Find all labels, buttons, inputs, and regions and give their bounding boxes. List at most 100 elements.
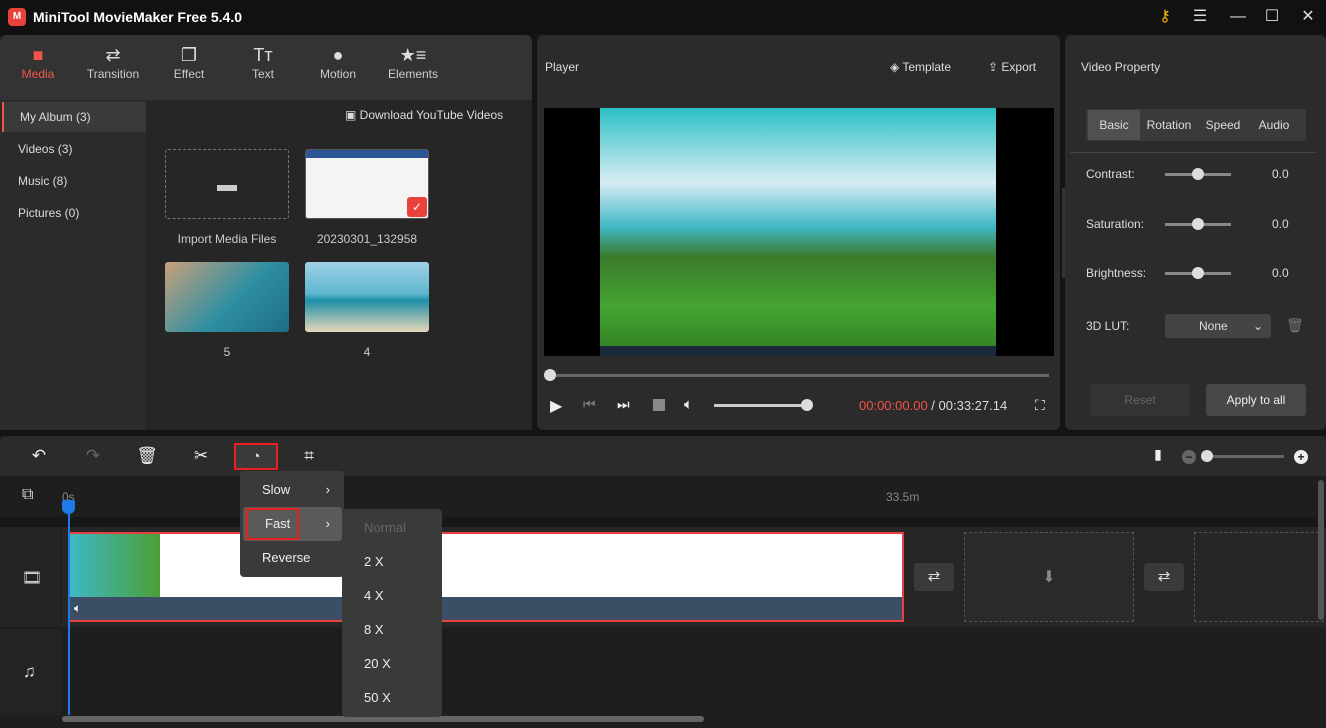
submenu-50x[interactable]: 50 X <box>342 681 442 715</box>
frame-taskbar <box>600 346 996 356</box>
zoom-in-icon[interactable]: + <box>1294 450 1308 464</box>
nav-effect[interactable]: ❐ Effect <box>151 35 227 100</box>
tab-rotation[interactable]: Rotation <box>1140 110 1198 140</box>
menu-icon[interactable]: ☰ <box>1188 6 1212 28</box>
chevron-down-icon: ⌄ <box>1252 319 1263 333</box>
drop-media-slot[interactable]: ⬇ <box>964 532 1134 622</box>
transition-slot[interactable]: ⇄ <box>1144 563 1184 591</box>
tab-speed[interactable]: Speed <box>1198 110 1248 140</box>
maximize-button[interactable]: ☐ <box>1260 6 1284 28</box>
crop-icon[interactable]: ⌗ <box>297 446 321 468</box>
volume-slider[interactable] <box>714 404 809 407</box>
app-title: MiniTool MovieMaker Free 5.4.0 <box>33 9 243 25</box>
next-frame-button[interactable]: ⏭ <box>617 396 630 413</box>
vertical-scrollbar[interactable] <box>1318 480 1324 620</box>
template-button[interactable]: ◈ Template <box>890 60 951 74</box>
saturation-knob[interactable] <box>1192 218 1204 230</box>
close-button[interactable]: ✕ <box>1296 6 1320 28</box>
transition-slot[interactable]: ⇄ <box>914 563 954 591</box>
folder-icon: ■ <box>32 45 44 65</box>
redo-icon[interactable]: ↷ <box>81 446 105 468</box>
stop-button[interactable] <box>653 399 665 411</box>
speed-button[interactable]: ◔ <box>234 443 278 470</box>
undo-icon[interactable]: ↶ <box>27 446 51 468</box>
previous-frame-button[interactable]: ⏮ <box>583 396 596 413</box>
tab-basic[interactable]: Basic <box>1088 110 1140 140</box>
zoom-knob[interactable] <box>1201 450 1213 462</box>
template-label: Template <box>902 60 952 74</box>
clip-volume-icon[interactable]: 🔈︎ <box>74 601 81 616</box>
music-icon: ♫ <box>23 662 36 681</box>
volume-knob[interactable] <box>801 399 813 411</box>
playhead-handle[interactable] <box>62 500 75 514</box>
drop-media-slot[interactable] <box>1194 532 1326 622</box>
export-icon: ⇪ <box>988 60 1002 74</box>
nav-text[interactable]: Tт Text <box>225 35 301 100</box>
layers-icon: ◈ <box>890 60 903 74</box>
fit-icon[interactable]: ▮ <box>1146 446 1170 468</box>
app-logo: M <box>8 8 26 26</box>
chevron-right-icon: › <box>325 516 330 531</box>
fullscreen-icon[interactable]: ⛶ <box>1035 397 1045 414</box>
menu-item-slow[interactable]: Slow › <box>240 473 344 507</box>
submenu-20x[interactable]: 20 X <box>342 647 442 681</box>
submenu-2x[interactable]: 2 X <box>342 545 442 579</box>
submenu-normal: Normal <box>364 520 406 535</box>
export-label: Export <box>1001 60 1037 74</box>
nav-motion[interactable]: ● Motion <box>300 35 376 100</box>
divider <box>1070 152 1316 153</box>
reset-button[interactable]: Reset <box>1090 384 1190 416</box>
lut-select[interactable]: None ⌄ <box>1165 314 1271 338</box>
nav-elements[interactable]: ★≡ Elements <box>375 35 451 100</box>
minimize-button[interactable]: — <box>1226 6 1250 28</box>
import-media-button[interactable]: ▬ <box>165 149 289 219</box>
key-icon[interactable]: ⚷ <box>1153 6 1177 28</box>
nav-media[interactable]: ■ Media <box>0 35 76 100</box>
download-label: Download YouTube Videos <box>359 108 504 122</box>
video-frame <box>600 108 996 356</box>
youtube-icon: ▣ <box>345 108 360 122</box>
sidebar-item-music[interactable]: Music (8) <box>2 166 146 196</box>
sidebar-item-pictures[interactable]: Pictures (0) <box>2 198 146 228</box>
menu-item-reverse[interactable]: Reverse <box>240 541 344 575</box>
player-title: Player <box>545 60 580 74</box>
elements-icon: ★≡ <box>399 45 427 65</box>
clip-audio-waveform <box>70 597 902 620</box>
ruler-mark: 33.5m <box>886 490 920 504</box>
trash-icon[interactable]: 🗑︎ <box>1286 317 1304 334</box>
time-separator: / <box>927 398 939 413</box>
zoom-out-icon[interactable]: − <box>1182 450 1196 464</box>
sidebar-item-my-album[interactable]: My Album (3) <box>2 102 146 132</box>
play-button[interactable]: ▶ <box>550 396 562 416</box>
media-thumb-beach[interactable] <box>165 262 289 332</box>
contrast-knob[interactable] <box>1192 168 1204 180</box>
delete-icon[interactable]: 🗑︎ <box>135 446 159 468</box>
seek-bar[interactable] <box>549 374 1049 377</box>
tab-audio[interactable]: Audio <box>1248 110 1300 140</box>
media-caption: 5 <box>223 345 231 359</box>
export-button[interactable]: ⇪ Export <box>988 60 1036 74</box>
brightness-knob[interactable] <box>1192 267 1204 279</box>
submenu-8x[interactable]: 8 X <box>342 613 442 647</box>
download-youtube-button[interactable]: ▣ Download YouTube Videos <box>345 108 503 122</box>
playhead[interactable] <box>68 505 70 715</box>
nav-label: Effect <box>173 67 205 81</box>
scissors-icon[interactable]: ✂ <box>189 446 213 468</box>
sidebar-item-videos[interactable]: Videos (3) <box>2 134 146 164</box>
folder-icon: ▬ <box>217 174 237 196</box>
media-caption: 4 <box>363 345 371 359</box>
download-icon: ⬇ <box>1042 569 1056 586</box>
apply-to-all-button[interactable]: Apply to all <box>1206 384 1306 416</box>
media-thumb-sea[interactable] <box>305 262 429 332</box>
zoom-slider[interactable] <box>1202 455 1284 458</box>
total-time: 00:33:27.14 <box>938 398 1008 413</box>
nav-transition[interactable]: ⇄ Transition <box>75 35 151 100</box>
speedometer-icon: ◔ <box>251 448 261 465</box>
volume-icon[interactable]: 🔈︎ <box>684 396 693 413</box>
add-track-icon[interactable]: ⧉ <box>22 486 33 504</box>
menu-label: Slow <box>262 482 291 497</box>
submenu-4x[interactable]: 4 X <box>342 579 442 613</box>
seek-knob[interactable] <box>544 369 556 381</box>
nav-label: Motion <box>319 67 357 81</box>
contrast-value: 0.0 <box>1272 167 1289 181</box>
